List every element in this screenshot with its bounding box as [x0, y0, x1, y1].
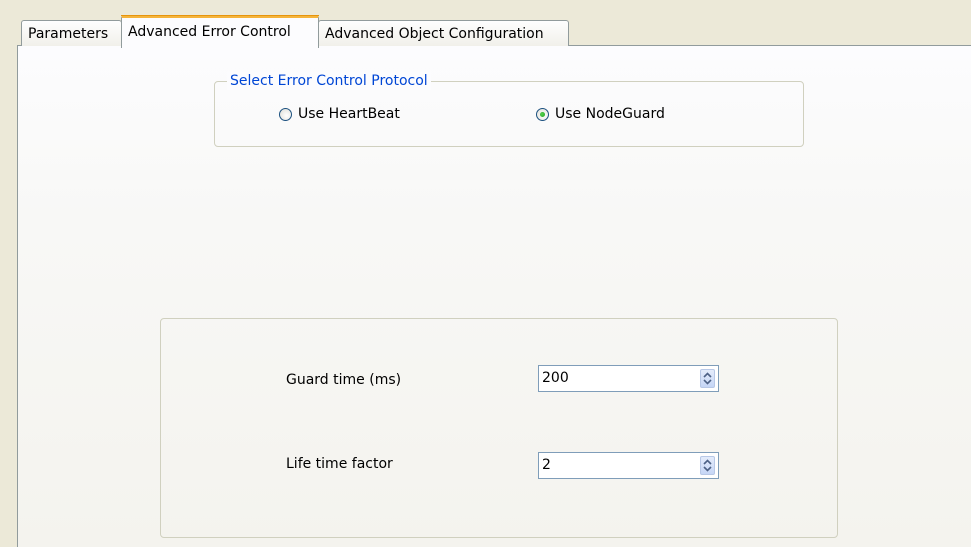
tab-advanced-object-configuration[interactable]: Advanced Object Configuration — [318, 20, 569, 46]
error-control-protocol-group: Select Error Control Protocol Use HeartB… — [214, 72, 804, 147]
guard-time-value[interactable]: 200 — [542, 369, 569, 388]
radio-label-nodeguard: Use NodeGuard — [555, 106, 665, 122]
group-title: Select Error Control Protocol — [227, 72, 431, 90]
guard-time-label: Guard time (ms) — [286, 372, 402, 388]
spinner-arrows-icon[interactable] — [700, 369, 715, 388]
use-heartbeat-radio[interactable]: Use HeartBeat — [279, 106, 400, 122]
radio-button-icon[interactable] — [279, 107, 292, 121]
tab-advanced-error-control[interactable]: Advanced Error Control — [121, 15, 319, 48]
tab-parameters[interactable]: Parameters — [21, 20, 122, 46]
nodeguard-settings-group: Guard time (ms) 200 Life time factor 2 — [160, 318, 838, 538]
life-time-factor-label: Life time factor — [286, 456, 393, 472]
spinner-arrows-icon[interactable] — [700, 456, 715, 475]
radio-label-heartbeat: Use HeartBeat — [298, 106, 400, 122]
radio-button-icon[interactable] — [536, 107, 549, 121]
dialog-root: Parameters Advanced Error Control Advanc… — [0, 0, 971, 547]
radio-selected-dot-icon — [540, 111, 545, 117]
use-nodeguard-radio[interactable]: Use NodeGuard — [536, 106, 665, 122]
life-time-factor-spinner[interactable]: 2 — [538, 452, 719, 479]
life-time-factor-value[interactable]: 2 — [542, 456, 551, 475]
guard-time-spinner[interactable]: 200 — [538, 365, 719, 392]
